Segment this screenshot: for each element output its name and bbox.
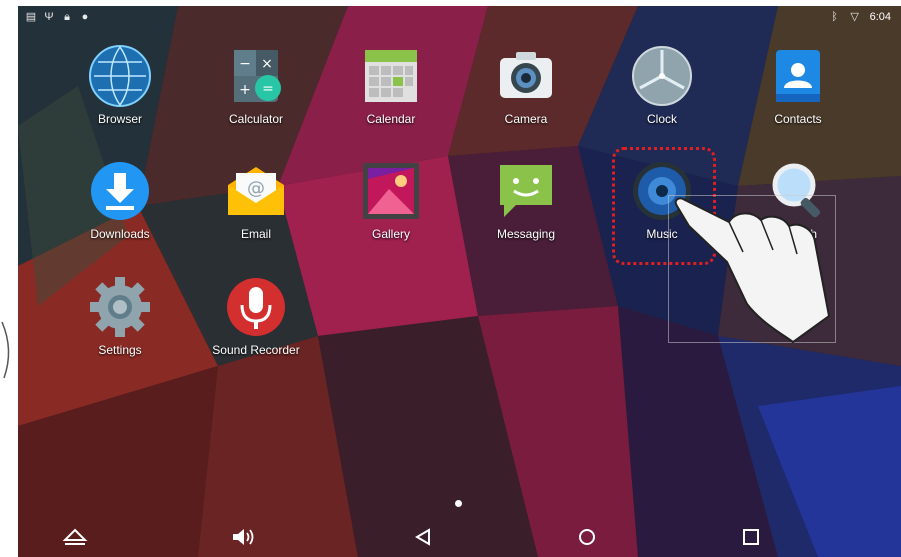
- android-debug-icon: ●: [81, 10, 89, 23]
- app-label: Calculator: [228, 112, 284, 126]
- app-label: Downloads: [90, 227, 150, 241]
- home-icon: [579, 529, 595, 545]
- svg-text:−: −: [239, 56, 251, 72]
- app-label: Calendar: [366, 112, 416, 126]
- app-label: Gallery: [371, 227, 410, 241]
- home-up-button[interactable]: [62, 525, 88, 549]
- app-label: Messaging: [496, 227, 556, 241]
- volume-icon: [233, 529, 254, 545]
- app-calculator[interactable]: − × + = Calculator: [196, 44, 316, 126]
- svg-text:×: ×: [261, 56, 273, 72]
- bluetooth-icon: ᛒ: [831, 10, 838, 23]
- download-icon: [91, 162, 149, 220]
- app-label: Clock: [646, 112, 677, 126]
- app-downloads[interactable]: Downloads: [60, 159, 180, 241]
- clock-time: 6:04: [869, 11, 891, 23]
- lock-icon: 🔒︎: [64, 10, 70, 23]
- app-contacts[interactable]: Contacts: [738, 44, 858, 126]
- svg-text:@: @: [247, 178, 265, 199]
- calculator-icon: − × + =: [234, 50, 281, 102]
- gear-icon: [90, 277, 150, 337]
- microphone-icon: [227, 278, 285, 336]
- camera-icon: [500, 52, 552, 98]
- app-sound-recorder[interactable]: Sound Recorder: [196, 275, 316, 357]
- wifi-icon: ▽: [850, 10, 859, 23]
- pointing-hand-icon: [674, 197, 831, 344]
- app-label: Settings: [98, 343, 142, 357]
- back-button[interactable]: [410, 525, 436, 549]
- app-label: Browser: [97, 112, 142, 126]
- app-messaging[interactable]: Messaging: [466, 159, 586, 241]
- volume-button[interactable]: [230, 525, 256, 549]
- app-clock[interactable]: Clock: [602, 44, 722, 126]
- clock-icon: [632, 46, 692, 106]
- svg-text:+: +: [239, 82, 251, 98]
- app-label: Camera: [504, 112, 548, 126]
- calendar-icon: [365, 50, 417, 102]
- app-calendar[interactable]: Calendar: [331, 44, 451, 126]
- recents-icon: [743, 529, 759, 545]
- recents-button[interactable]: [738, 525, 764, 549]
- app-label: Email: [240, 227, 271, 241]
- app-email[interactable]: @ Email: [196, 159, 316, 241]
- back-icon: [415, 528, 430, 546]
- email-icon: @: [228, 167, 284, 215]
- messaging-icon: [500, 165, 552, 217]
- tap-gesture-hand: [668, 195, 836, 344]
- globe-icon: [89, 45, 151, 107]
- usb-icon: Ψ: [44, 10, 54, 23]
- svg-text:=: =: [262, 81, 274, 97]
- status-bar: ▤ Ψ 🔒︎ ● ᛒ ▽ 6:04: [18, 6, 901, 28]
- app-browser[interactable]: Browser: [60, 44, 180, 126]
- contacts-icon: [776, 50, 820, 102]
- tablet-screen: ▤ Ψ 🔒︎ ● ᛒ ▽ 6:04 Browser − × + = Calcul…: [18, 6, 901, 557]
- app-camera[interactable]: Camera: [466, 44, 586, 126]
- app-settings[interactable]: Settings: [60, 275, 180, 357]
- home-button[interactable]: [574, 525, 600, 549]
- page-indicator-dot: [455, 500, 462, 507]
- navigation-bar: [18, 517, 901, 557]
- home-up-icon: [62, 528, 88, 545]
- sim-icon: ▤: [25, 10, 37, 23]
- gallery-icon: [363, 163, 419, 219]
- device-edge-mark: [0, 320, 16, 380]
- app-gallery[interactable]: Gallery: [331, 159, 451, 241]
- app-label: Contacts: [774, 112, 822, 126]
- app-label: Sound Recorder: [212, 343, 300, 357]
